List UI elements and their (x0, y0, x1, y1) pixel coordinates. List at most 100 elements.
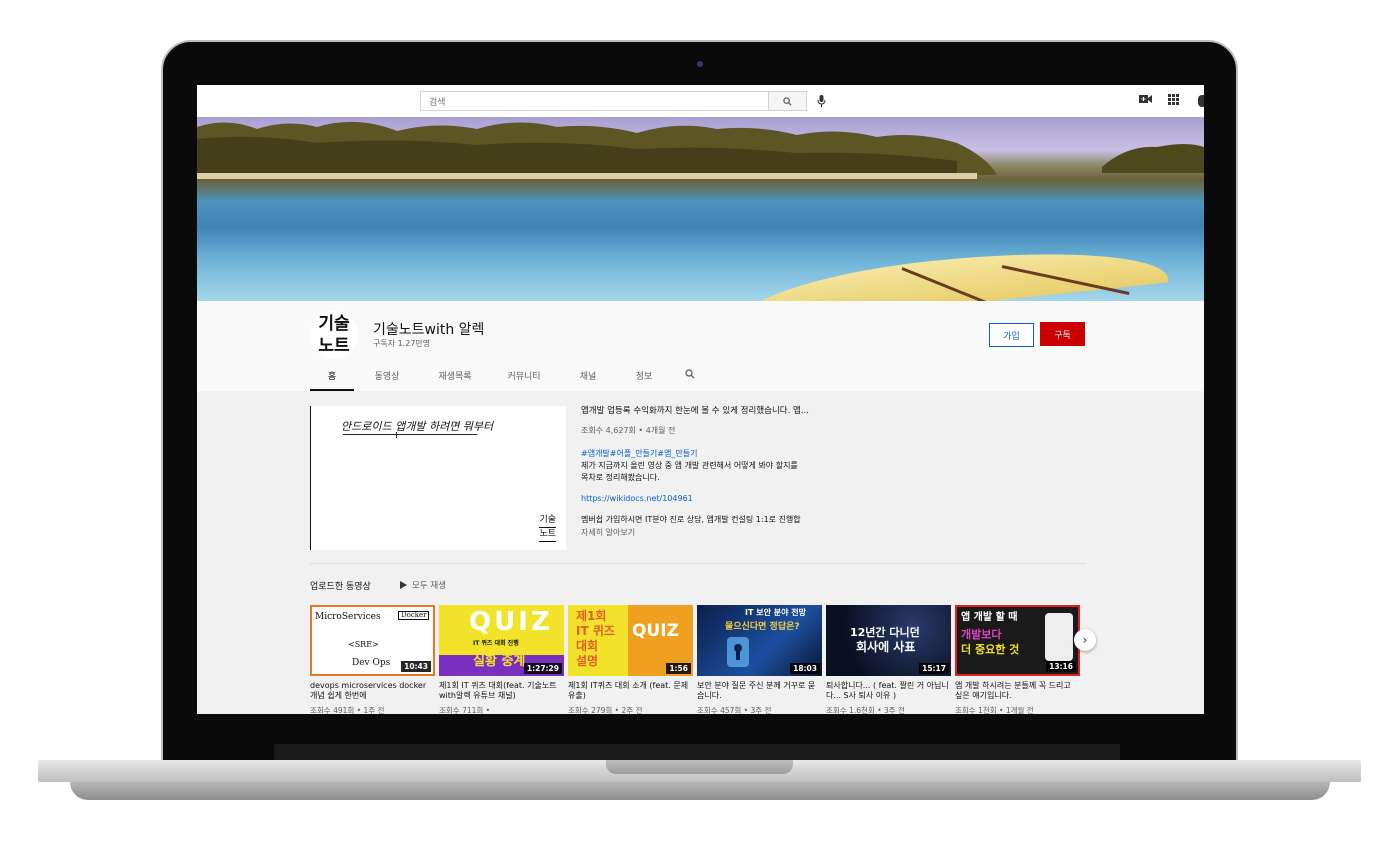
search-icon (685, 369, 695, 379)
play-icon (400, 581, 407, 589)
video-duration: 1:27:29 (523, 663, 562, 674)
thumb-text: 더 중요한 것 (961, 643, 1020, 656)
video-thumbnail[interactable]: 12년간 다니던 회사에 사표 15:17 (826, 605, 951, 676)
thumb-text: <SRE> (348, 640, 379, 649)
video-duration: 18:03 (790, 663, 820, 674)
chevron-right-icon: › (1082, 633, 1088, 647)
search-input[interactable] (420, 91, 769, 111)
laptop-frame: 기술 노트 기술노트with 알렉 구독자 1.27만명 가입 구독 홈 동영상… (0, 0, 1400, 844)
thumb-text: QUIZ (469, 607, 553, 637)
shelf-next-button[interactable]: › (1074, 629, 1096, 651)
video-title[interactable]: 제1회 IT 퀴즈 대회(feat. 기술노트with알렉 유튜브 채널) (439, 681, 564, 701)
avatar-text-line1: 기술 (318, 314, 350, 334)
tab-home[interactable]: 홈 (310, 359, 354, 391)
featured-video-title[interactable]: 앱개발 업등록 수익화까지 한눈에 볼 수 있게 정리했습니다. 앱... (581, 406, 825, 417)
tab-videos[interactable]: 동영상 (354, 359, 420, 391)
channel-avatar[interactable]: 기술 노트 (310, 311, 358, 359)
tab-search[interactable] (670, 359, 710, 391)
join-button[interactable]: 가입 (989, 323, 1034, 347)
video-duration: 10:43 (401, 661, 431, 672)
tab-community[interactable]: 커뮤니티 (490, 359, 558, 391)
thumb-text: IT 보안 분야 전망 (745, 608, 806, 617)
featured-link[interactable]: https://wikidocs.net/104961 (581, 493, 825, 504)
video-card[interactable]: MicroServices Docker <SRE> Dev Ops 10:43… (310, 605, 435, 714)
tab-about[interactable]: 정보 (618, 359, 670, 391)
voice-search-button[interactable] (814, 93, 828, 109)
thumb-text: 제1회 (576, 609, 607, 623)
featured-description-line1: 제가 지금까지 올린 영상 중 앱 개발 관련해서 어떻게 봐야 할지를 (581, 461, 798, 470)
thumb-text: IT 퀴즈 대회 진행 (473, 640, 519, 647)
search-icon (783, 96, 792, 106)
video-card[interactable]: IT 보안 분야 전망 물으신다면 정답은? 18:03 보안 분야 질문 주신… (697, 605, 822, 714)
handwriting-underline (343, 434, 477, 435)
video-thumbnail[interactable]: MicroServices Docker <SRE> Dev Ops 10:43 (310, 605, 435, 676)
keyhole-icon (727, 637, 749, 667)
video-title[interactable]: 보안 분야 질문 주신 분께 거꾸로 묻습니다. (697, 681, 822, 701)
video-duration: 13:16 (1046, 661, 1076, 672)
channel-name: 기술노트with 알렉 (373, 322, 485, 338)
video-card[interactable]: 12년간 다니던 회사에 사표 15:17 퇴사합니다... ( feat. 짤… (826, 605, 951, 714)
channel-tabs: 홈 동영상 재생목록 커뮤니티 채널 정보 (310, 359, 710, 391)
video-duration: 15:17 (919, 663, 949, 674)
play-all-label: 모두 재생 (412, 581, 446, 591)
banner-kayak (735, 236, 1169, 301)
featured-video-tags[interactable]: #앱개발#어플_만들기#앱_만들기 (581, 448, 825, 459)
apps-grid-icon[interactable] (1168, 94, 1179, 105)
banner-island-trees (197, 121, 1204, 179)
video-thumbnail[interactable]: 앱 개발 할 때 개발보다 더 중요한 것 13:16 (955, 605, 1080, 676)
video-title[interactable]: 퇴사합니다... ( feat. 짤린 거 아닙니다... S사 퇴사 이유 ) (826, 681, 951, 701)
topbar-actions (1139, 94, 1179, 105)
video-title[interactable]: 제1회 IT퀴즈 대회 소개 (feat. 문제 유출) (568, 681, 693, 701)
subscriber-count: 구독자 1.27만명 (373, 339, 431, 348)
video-meta: 조회수 1천회 • 1개월 전 (955, 706, 1034, 714)
featured-description-line2: 목차로 정리해봤습니다. (581, 473, 660, 482)
video-card[interactable]: 앱 개발 할 때 개발보다 더 중요한 것 13:16 앱 개발 하시려는 분들… (955, 605, 1080, 714)
uploads-section-title[interactable]: 업로드한 동영상 (310, 579, 371, 592)
video-duration: 1:56 (666, 663, 691, 674)
channel-banner (197, 117, 1204, 301)
subscribe-button[interactable]: 구독 (1040, 322, 1085, 346)
laptop-notch (606, 760, 793, 774)
video-title[interactable]: devops microservices docker 개념 쉽게 한번에 (310, 681, 435, 701)
handwriting-tick (396, 432, 397, 438)
channel-header: 기술 노트 기술노트with 알렉 구독자 1.27만명 가입 구독 홈 동영상… (197, 301, 1204, 391)
thumb-text: Docker (398, 611, 430, 621)
video-meta: 조회수 491회 • 1주 전 (310, 706, 385, 714)
video-card[interactable]: 제1회 IT 퀴즈 대회 설명 QUIZ 1:56 제1회 IT퀴즈 대회 소개… (568, 605, 693, 714)
webcam (697, 61, 703, 67)
video-card[interactable]: QUIZ IT 퀴즈 대회 진행 실황 중계 1:27:29 제1회 IT 퀴즈… (439, 605, 564, 714)
video-meta: 조회수 711회 • (439, 706, 491, 714)
thumb-text: QUIZ (632, 621, 679, 641)
thumb-text: 대회 (576, 639, 599, 653)
thumb-text: 실황 중계 (473, 654, 526, 669)
featured-video-info: 앱개발 업등록 수익화까지 한눈에 볼 수 있게 정리했습니다. 앱... 조회… (581, 406, 825, 538)
tab-playlists[interactable]: 재생목록 (420, 359, 490, 391)
logo-line1: 기술 (539, 514, 556, 528)
video-meta: 조회수 1.6천회 • 3주 전 (826, 706, 905, 714)
video-thumbnail[interactable]: QUIZ IT 퀴즈 대회 진행 실황 중계 1:27:29 (439, 605, 564, 676)
mic-icon (817, 95, 825, 107)
video-title[interactable]: 앱 개발 하시려는 분들께 꼭 드리고 싶은 얘기입니다. (955, 681, 1080, 701)
thumb-text: IT 퀴즈 (576, 624, 615, 638)
featured-handwriting: 안드로이드 앱개발 하려면 뭐부터 (341, 420, 494, 433)
video-thumbnail[interactable]: 제1회 IT 퀴즈 대회 설명 QUIZ 1:56 (568, 605, 693, 676)
read-more-link[interactable]: 자세히 알아보기 (581, 527, 825, 538)
thumb-text: 개발보다 (961, 628, 1002, 641)
thumb-text: 물으신다면 정답은? (725, 622, 800, 632)
uploads-shelf: MicroServices Docker <SRE> Dev Ops 10:43… (310, 605, 1080, 714)
youtube-topbar (197, 85, 1204, 117)
thumb-text: 12년간 다니던 (850, 626, 920, 639)
tab-channels[interactable]: 채널 (558, 359, 618, 391)
featured-video-player[interactable]: 안드로이드 앱개발 하려면 뭐부터 기술 노트 (310, 406, 566, 550)
video-thumbnail[interactable]: IT 보안 분야 전망 물으신다면 정답은? 18:03 (697, 605, 822, 676)
search-button[interactable] (768, 91, 807, 111)
create-video-icon[interactable] (1139, 94, 1152, 104)
bell-icon[interactable] (1198, 95, 1204, 107)
play-all-button[interactable]: 모두 재생 (400, 579, 446, 591)
laptop-base-lip (70, 782, 1330, 800)
featured-video-meta: 조회수 4,627회 • 4개월 전 (581, 426, 676, 435)
thumb-text: Dev Ops (352, 658, 391, 668)
browser-screen: 기술 노트 기술노트with 알렉 구독자 1.27만명 가입 구독 홈 동영상… (197, 85, 1204, 714)
featured-description-line3: 멤버쉽 가입하시면 IT분야 진로 상담, 앱개발 컨설팅 1:1로 진행합 (581, 515, 801, 524)
section-divider (310, 563, 1086, 564)
